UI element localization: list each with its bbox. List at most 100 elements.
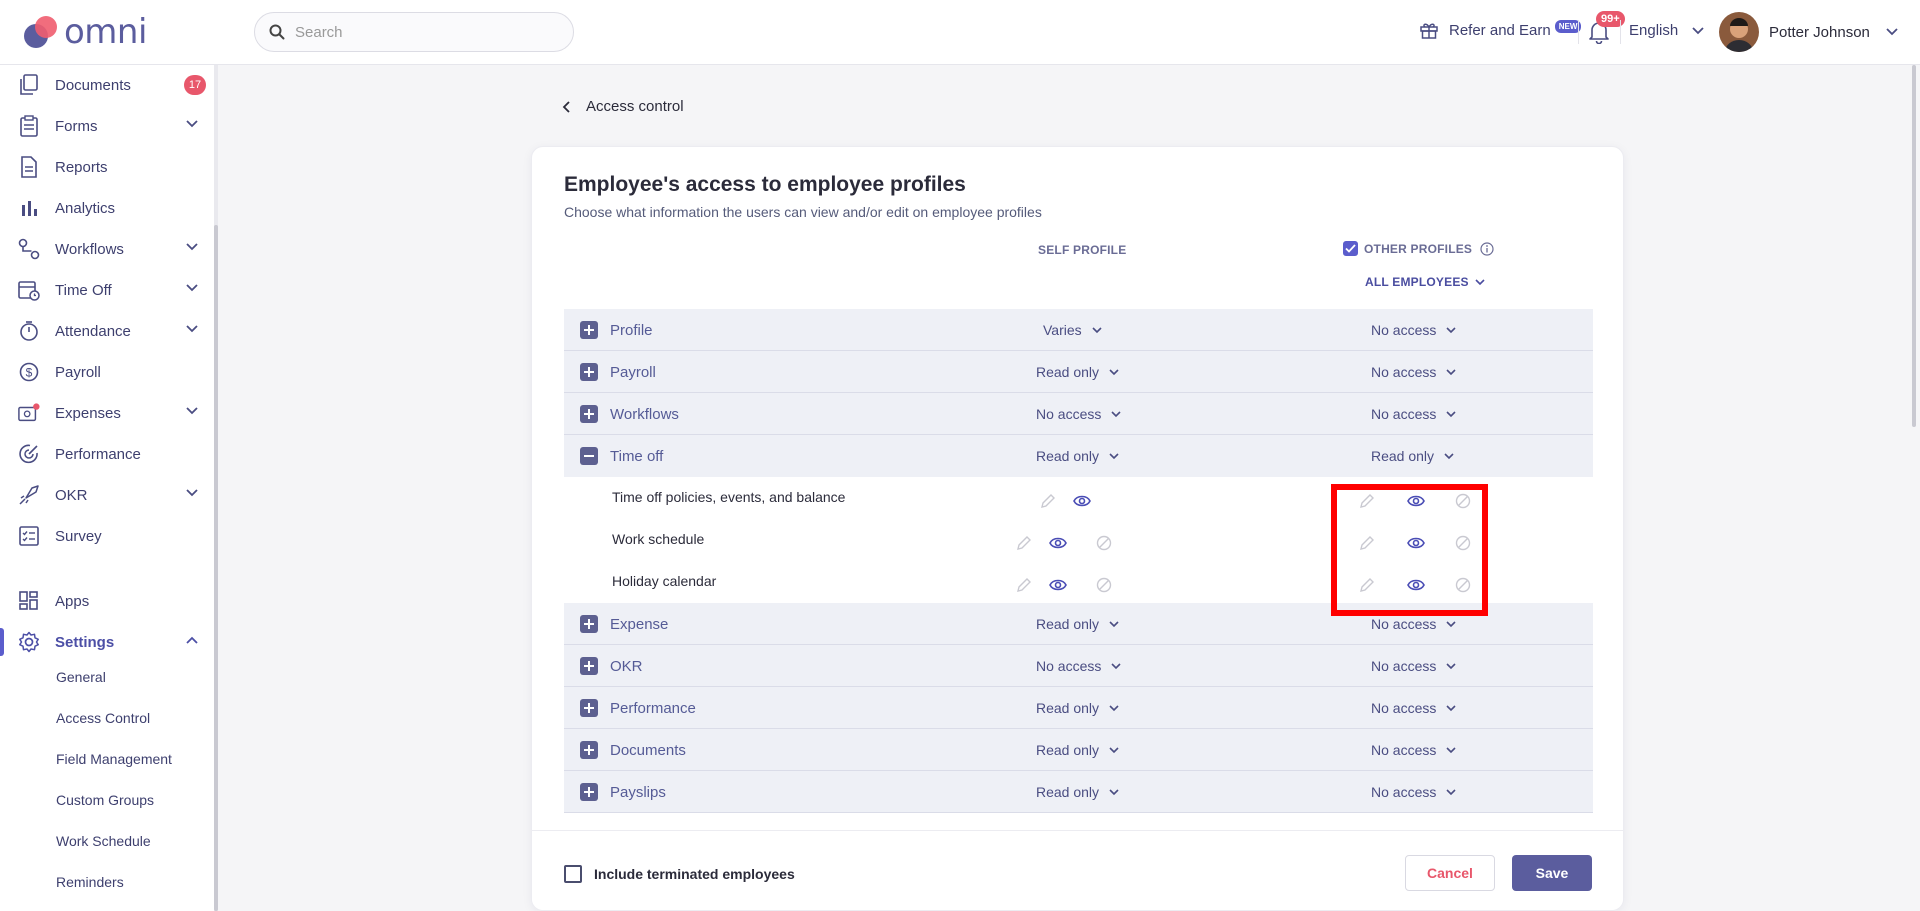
chevron-down-icon (1446, 410, 1456, 417)
sidebar-item-apps[interactable]: Apps (0, 581, 214, 621)
self-access-select[interactable]: Read only (1036, 784, 1119, 800)
scope-dropdown[interactable]: ALL EMPLOYEES (1365, 275, 1485, 289)
other-access-select[interactable]: No access (1371, 406, 1456, 422)
table-row: Workflows No access No access (564, 393, 1593, 435)
expand-button[interactable] (580, 657, 598, 675)
select-value: Read only (1036, 784, 1100, 800)
expand-button[interactable] (580, 783, 598, 801)
other-access-select[interactable]: No access (1371, 742, 1456, 758)
page-subtitle: Choose what information the users can vi… (564, 204, 1042, 220)
sidebar-item-performance[interactable]: Performance (0, 434, 214, 474)
self-access-select[interactable]: No access (1036, 406, 1121, 422)
chevron-down-icon (1446, 620, 1456, 627)
sidebar-scrollbar-thumb[interactable] (214, 225, 218, 911)
expand-button[interactable] (580, 321, 598, 339)
select-value: No access (1371, 616, 1437, 632)
sidebar-item-workflows[interactable]: Workflows (0, 229, 214, 269)
settings-sub-general[interactable]: General (56, 669, 106, 685)
eye-icon[interactable] (1049, 578, 1067, 592)
table-row: Profile Varies No access (564, 309, 1593, 351)
pencil-icon[interactable] (1016, 577, 1032, 593)
sidebar-scrollbar[interactable] (214, 65, 218, 911)
brand-name: omni (64, 12, 147, 52)
back-link[interactable]: Access control (562, 98, 684, 115)
avatar (1719, 12, 1759, 52)
refer-label: Refer and Earn (1449, 21, 1551, 39)
other-access-select[interactable]: No access (1371, 784, 1456, 800)
settings-sub-reminders[interactable]: Reminders (56, 874, 124, 890)
eye-icon[interactable] (1049, 536, 1067, 550)
row-name: Time off (610, 448, 664, 465)
sidebar-item-survey[interactable]: Survey (0, 516, 214, 556)
sidebar-item-time-off[interactable]: Time Off (0, 270, 214, 310)
settings-sub-custom-groups[interactable]: Custom Groups (56, 792, 154, 808)
sidebar-item-analytics[interactable]: Analytics (0, 188, 214, 228)
save-button[interactable]: Save (1512, 855, 1592, 891)
other-access-select[interactable]: No access (1371, 658, 1456, 674)
chevron-down-icon (1111, 662, 1121, 669)
chevron-down-icon (186, 243, 198, 251)
self-access-select[interactable]: Read only (1036, 448, 1119, 464)
sidebar-item-label: Apps (55, 592, 90, 610)
info-icon[interactable] (1480, 241, 1494, 256)
other-access-select[interactable]: Read only (1371, 448, 1454, 464)
expand-button[interactable] (580, 405, 598, 423)
table-row: OKR No access No access (564, 645, 1593, 687)
expand-button[interactable] (580, 363, 598, 381)
no-access-icon[interactable] (1096, 577, 1112, 593)
other-profiles-checkbox[interactable] (1343, 241, 1358, 256)
cancel-button[interactable]: Cancel (1405, 855, 1495, 891)
self-access-select[interactable]: Read only (1036, 742, 1119, 758)
user-menu[interactable]: Potter Johnson (1719, 12, 1898, 52)
eye-icon[interactable] (1073, 494, 1091, 508)
self-access-select[interactable]: Varies (1043, 322, 1102, 338)
language-selector[interactable]: English (1629, 22, 1704, 39)
sidebar-item-okr[interactable]: OKR (0, 475, 214, 515)
no-access-icon[interactable] (1096, 535, 1112, 551)
settings-sub-work-schedule[interactable]: Work Schedule (56, 833, 151, 849)
plus-icon (584, 745, 594, 755)
page-scrollbar-thumb[interactable] (1912, 65, 1916, 427)
search-input[interactable] (295, 23, 555, 41)
chevron-down-icon (1444, 452, 1454, 459)
settings-sub-access-control[interactable]: Access Control (56, 710, 150, 726)
select-value: No access (1371, 406, 1437, 422)
other-access-select[interactable]: No access (1371, 616, 1456, 632)
analytics-icon (18, 197, 40, 219)
include-terminated-checkbox[interactable] (564, 865, 582, 883)
select-value: No access (1371, 364, 1437, 380)
other-access-select[interactable]: No access (1371, 364, 1456, 380)
self-access-select[interactable]: Read only (1036, 616, 1119, 632)
self-access-select[interactable]: Read only (1036, 364, 1119, 380)
refer-and-earn-link[interactable]: Refer and Earn NEW (1419, 19, 1582, 40)
self-access-select[interactable]: Read only (1036, 700, 1119, 716)
expand-button[interactable] (580, 699, 598, 717)
other-access-select[interactable]: No access (1371, 322, 1456, 338)
settings-sub-field-management[interactable]: Field Management (56, 751, 172, 767)
sidebar-item-reports[interactable]: Reports (0, 147, 214, 187)
sidebar-item-label: Settings (55, 633, 115, 651)
search-box[interactable] (254, 12, 574, 52)
expand-button[interactable] (580, 741, 598, 759)
chevron-down-icon (1109, 704, 1119, 711)
sidebar: Documents 17 Forms Reports Analytics Wor… (0, 65, 218, 911)
self-access-select[interactable]: No access (1036, 658, 1121, 674)
omni-logo[interactable]: omni (22, 12, 147, 52)
select-value: No access (1371, 742, 1437, 758)
include-terminated-toggle[interactable]: Include terminated employees (564, 865, 795, 883)
sidebar-item-settings[interactable]: Settings (0, 622, 214, 662)
sidebar-item-attendance[interactable]: Attendance (0, 311, 214, 351)
sidebar-item-documents[interactable]: Documents 17 (0, 65, 214, 105)
sidebar-item-forms[interactable]: Forms (0, 106, 214, 146)
sidebar-item-expenses[interactable]: Expenses (0, 393, 214, 433)
expand-button[interactable] (580, 615, 598, 633)
chevron-down-icon (1109, 452, 1119, 459)
other-profiles-header[interactable]: OTHER PROFILES (1343, 241, 1494, 256)
other-access-select[interactable]: No access (1371, 700, 1456, 716)
pencil-icon[interactable] (1040, 493, 1056, 509)
pencil-icon[interactable] (1016, 535, 1032, 551)
check-icon (1345, 244, 1356, 253)
collapse-button[interactable] (580, 447, 598, 465)
highlight-box (1331, 484, 1488, 616)
sidebar-item-payroll[interactable]: $ Payroll (0, 352, 214, 392)
